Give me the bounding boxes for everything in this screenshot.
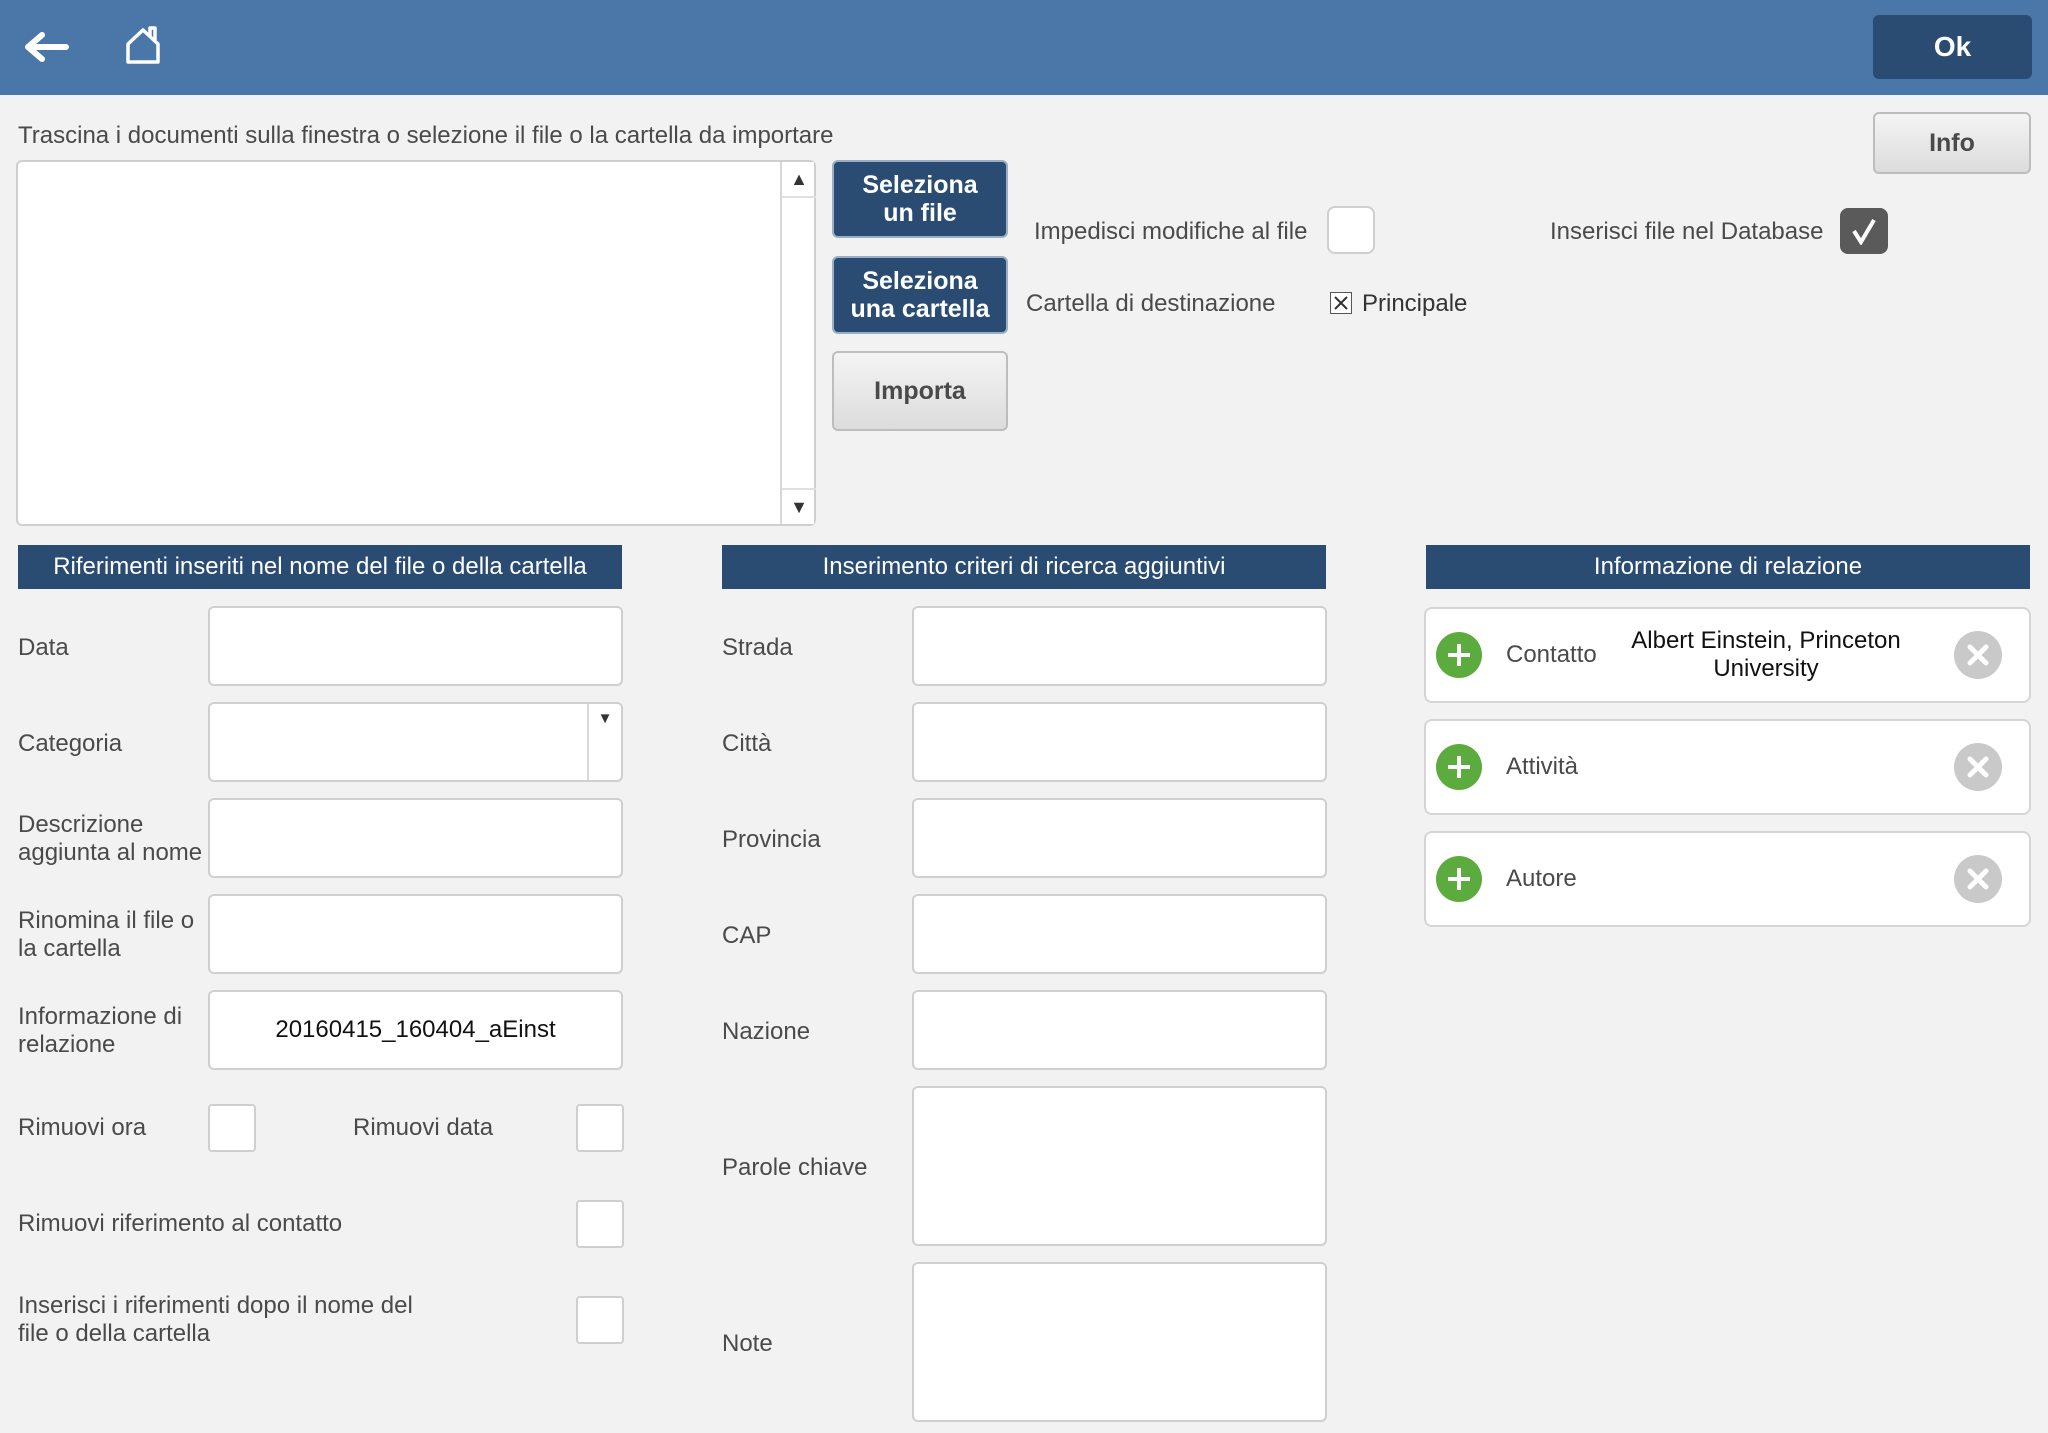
relation-row-activity: Attività: [1424, 719, 2031, 815]
criteria-header: Inserimento criteri di ricerca aggiuntiv…: [722, 545, 1326, 589]
select-folder-button[interactable]: Seleziona una cartella: [832, 256, 1008, 334]
remove-time-label: Rimuovi ora: [18, 1114, 147, 1141]
drop-zone-scrollbar[interactable]: ▲ ▼: [780, 162, 816, 524]
chevron-down-icon[interactable]: ▼: [587, 704, 621, 780]
nation-field[interactable]: [912, 990, 1327, 1070]
scroll-down-icon[interactable]: ▼: [782, 488, 816, 524]
desc-label-line2: aggiunta al nome: [18, 839, 203, 866]
add-author-icon[interactable]: [1436, 856, 1482, 902]
insert-after-label-line1: Inserisci i riferimenti dopo il nome del: [18, 1292, 413, 1319]
cap-field[interactable]: [912, 894, 1327, 974]
dest-folder-label: Cartella di destinazione: [1026, 290, 1276, 317]
rename-field[interactable]: [208, 894, 623, 974]
description-field[interactable]: [208, 798, 623, 878]
select-file-label-2: un file: [883, 199, 957, 227]
add-contact-icon[interactable]: [1436, 632, 1482, 678]
back-arrow-icon[interactable]: [18, 22, 74, 72]
insert-db-checkbox[interactable]: [1840, 208, 1888, 254]
desc-label: Descrizione aggiunta al nome: [18, 811, 202, 867]
notes-label: Note: [722, 1330, 773, 1357]
home-icon[interactable]: [118, 20, 168, 70]
relation-row-author: Autore: [1424, 831, 2031, 927]
contact-value-line2: University: [1713, 655, 1819, 682]
province-field[interactable]: [912, 798, 1327, 878]
select-file-button[interactable]: Seleziona un file: [832, 160, 1008, 238]
references-header: Riferimenti inseriti nel nome del file o…: [18, 545, 622, 589]
relinfo-field[interactable]: 20160415_160404_aEinst: [208, 990, 623, 1070]
street-field[interactable]: [912, 606, 1327, 686]
remove-date-label: Rimuovi data: [353, 1114, 494, 1141]
scroll-up-icon[interactable]: ▲: [782, 162, 816, 198]
ok-button[interactable]: Ok: [1873, 15, 2032, 79]
cap-label: CAP: [722, 922, 772, 949]
dest-folder-value: Principale: [1362, 290, 1468, 317]
relinfo-label: Informazione di relazione: [18, 1003, 182, 1059]
keywords-field[interactable]: [912, 1086, 1327, 1246]
relation-header: Informazione di relazione: [1426, 545, 2030, 589]
insert-db-label: Inserisci file nel Database: [1550, 218, 1824, 245]
rename-label-line2: la cartella: [18, 935, 121, 962]
add-activity-icon[interactable]: [1436, 744, 1482, 790]
drop-zone[interactable]: [16, 160, 816, 526]
keywords-label: Parole chiave: [722, 1154, 868, 1181]
category-label: Categoria: [18, 730, 123, 757]
remove-date-checkbox[interactable]: [576, 1104, 624, 1152]
dest-folder-checkbox[interactable]: [1330, 292, 1352, 314]
rename-label-line1: Rinomina il file o: [18, 907, 195, 934]
prevent-edit-checkbox[interactable]: [1327, 206, 1375, 254]
remove-contact-icon[interactable]: [1954, 631, 2002, 679]
select-file-label: Seleziona: [862, 171, 978, 199]
checkmark-icon: [1852, 218, 1876, 245]
data-label: Data: [18, 634, 69, 661]
data-field[interactable]: [208, 606, 623, 686]
remove-time-checkbox[interactable]: [208, 1104, 256, 1152]
notes-field[interactable]: [912, 1262, 1327, 1422]
category-select[interactable]: ▼: [208, 702, 623, 782]
contact-value[interactable]: Albert Einstein, Princeton University: [1616, 627, 1916, 683]
city-label: Città: [722, 730, 772, 757]
city-field[interactable]: [912, 702, 1327, 782]
remove-activity-icon[interactable]: [1954, 743, 2002, 791]
rename-label: Rinomina il file o la cartella: [18, 907, 194, 963]
select-folder-label-2: una cartella: [850, 295, 990, 323]
insert-after-checkbox[interactable]: [576, 1296, 624, 1344]
street-label: Strada: [722, 634, 793, 661]
desc-label-line1: Descrizione: [18, 811, 144, 838]
x-mark-icon: [1334, 296, 1348, 310]
import-button[interactable]: Importa: [832, 351, 1008, 431]
activity-label: Attività: [1506, 753, 1579, 780]
remove-contact-checkbox[interactable]: [576, 1200, 624, 1248]
top-bar: [0, 0, 2048, 95]
select-folder-label: Seleziona: [862, 267, 978, 295]
insert-after-label-line2: file o della cartella: [18, 1320, 211, 1347]
remove-contact-label: Rimuovi riferimento al contatto: [18, 1210, 343, 1237]
insert-after-label: Inserisci i riferimenti dopo il nome del…: [18, 1292, 413, 1348]
author-label: Autore: [1506, 865, 1577, 892]
remove-author-icon[interactable]: [1954, 855, 2002, 903]
prevent-edit-label: Impedisci modifiche al file: [1034, 218, 1308, 245]
province-label: Provincia: [722, 826, 821, 853]
relation-row-contact: Contatto Albert Einstein, Princeton Univ…: [1424, 607, 2031, 703]
relinfo-label-line2: relazione: [18, 1031, 116, 1058]
nation-label: Nazione: [722, 1018, 811, 1045]
info-button[interactable]: Info: [1873, 112, 2031, 174]
contact-value-line1: Albert Einstein, Princeton: [1631, 627, 1901, 654]
contact-label: Contatto: [1506, 641, 1597, 668]
relinfo-label-line1: Informazione di: [18, 1003, 183, 1030]
import-instruction: Trascina i documenti sulla finestra o se…: [18, 122, 834, 149]
